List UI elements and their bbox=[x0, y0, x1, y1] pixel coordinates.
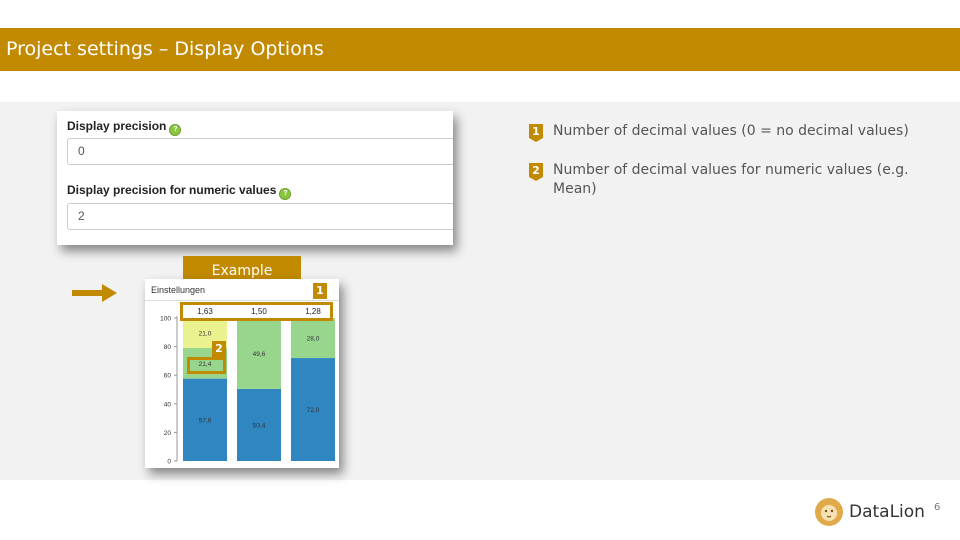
y-tick-label: 100 bbox=[160, 316, 171, 323]
numeric-precision-label: Display precision for numeric values? bbox=[67, 183, 292, 200]
y-tick-label: 80 bbox=[164, 344, 172, 351]
badge-2: 2 bbox=[212, 341, 226, 357]
page-number: 6 bbox=[934, 502, 941, 513]
settings-panel: Display precision? 0 Display precision f… bbox=[57, 111, 453, 245]
example-chart-card: Einstellungen 0 20 40 60 80 100 57,6 21,4 21,0 1,… bbox=[145, 279, 339, 468]
slide-title: Project settings – Display Options bbox=[0, 28, 960, 71]
numeric-precision-label-text: Display precision for numeric values bbox=[67, 183, 277, 197]
highlight-box-top-labels bbox=[180, 302, 333, 321]
display-precision-label-text: Display precision bbox=[67, 119, 167, 133]
bar-value-label: 21,0 bbox=[199, 331, 212, 338]
logo-text: DataLion bbox=[849, 502, 925, 522]
bar-value-label: 28,0 bbox=[307, 336, 320, 343]
info-list: 1 Number of decimal values (0 = no decim… bbox=[529, 122, 939, 199]
number-badge: 2 bbox=[529, 163, 543, 181]
numeric-precision-input[interactable]: 2 bbox=[67, 203, 453, 230]
y-tick-label: 20 bbox=[164, 430, 172, 437]
info-item: 1 Number of decimal values (0 = no decim… bbox=[529, 122, 939, 142]
help-icon[interactable]: ? bbox=[279, 188, 292, 200]
highlight-box-value bbox=[187, 357, 226, 374]
bar-value-label: 50,4 bbox=[253, 422, 266, 429]
y-tick-label: 60 bbox=[164, 373, 172, 380]
y-tick-label: 40 bbox=[164, 401, 172, 408]
info-text: Number of decimal values for numeric val… bbox=[553, 162, 909, 197]
y-tick-label: 0 bbox=[167, 459, 171, 466]
bar-value-label: 49,6 bbox=[253, 351, 266, 358]
help-icon[interactable]: ? bbox=[169, 124, 182, 136]
display-precision-input[interactable]: 0 bbox=[67, 138, 453, 165]
datalion-logo-icon bbox=[815, 498, 843, 526]
bar-value-label: 57,6 bbox=[199, 417, 212, 424]
info-text: Number of decimal values (0 = no decimal… bbox=[553, 123, 909, 139]
info-item: 2 Number of decimal values for numeric v… bbox=[529, 161, 939, 199]
arrow-right-icon bbox=[72, 284, 117, 302]
number-badge: 1 bbox=[529, 124, 543, 142]
display-precision-label: Display precision? bbox=[67, 119, 182, 136]
badge-1: 1 bbox=[313, 283, 327, 299]
bar-value-label: 72,0 bbox=[307, 407, 320, 414]
